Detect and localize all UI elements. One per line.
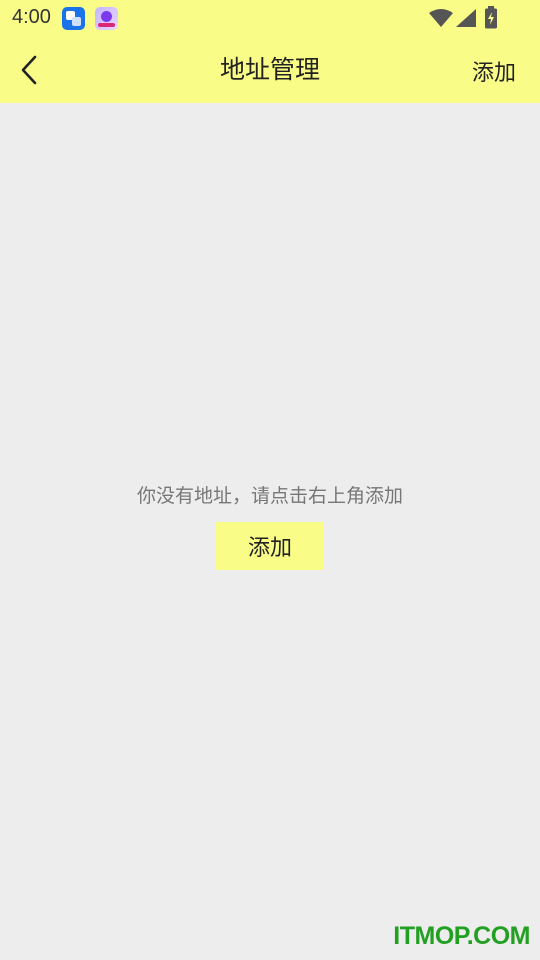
game-app-icon [95,7,118,30]
page-title: 地址管理 [219,55,320,84]
add-address-button[interactable]: 添加 [216,522,324,570]
cell-signal-icon [456,9,476,27]
app-header: 4:00 地址管理 添加 [0,0,540,103]
header-add-button[interactable]: 添加 [472,55,516,87]
empty-state-message: 你没有地址，请点击右上角添加 [136,485,403,507]
watermark-logo: ITMOP.COM [393,922,530,950]
status-time: 4:00 [12,6,51,28]
translate-app-icon [62,7,85,30]
chevron-left-icon [21,55,37,85]
wifi-icon [429,9,453,27]
battery-charging-icon [485,6,497,29]
back-button[interactable] [12,52,48,88]
status-bar: 4:00 [0,0,540,36]
